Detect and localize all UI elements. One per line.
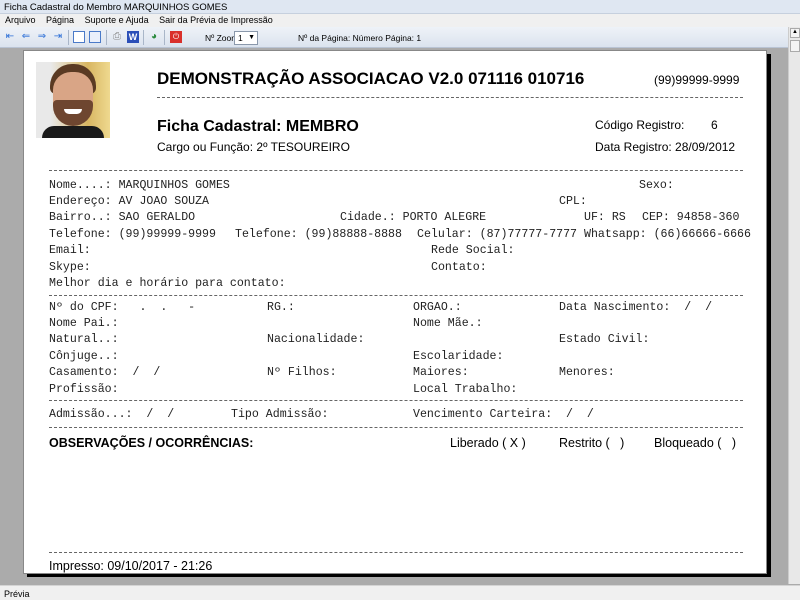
divider xyxy=(49,552,743,553)
field-menores: Menores: xyxy=(559,366,615,379)
next-page-icon[interactable]: ⇒ xyxy=(36,31,48,43)
field-uf: UF: RS xyxy=(584,211,626,224)
member-photo xyxy=(36,62,110,138)
data-registro: Data Registro: 28/09/2012 xyxy=(595,140,736,154)
field-cpf: Nº do CPF: . . - xyxy=(49,301,196,314)
separator xyxy=(143,30,144,45)
field-skype: Skype: xyxy=(49,261,91,274)
toolbar: ⇤ ⇐ ⇒ ⇥ ⎙ W ◕ ⏻ Nº Zoom 1 ▼ Nº da Página:… xyxy=(0,27,788,48)
divider xyxy=(49,427,743,428)
last-page-icon[interactable]: ⇥ xyxy=(52,31,64,43)
field-nome: Nome....: MARQUINHOS GOMES xyxy=(49,179,230,192)
window-title: Ficha Cadastral do Membro MARQUINHOS GOM… xyxy=(0,0,800,14)
field-orgao: ORGAO.: xyxy=(413,301,462,314)
field-nascimento: Data Nascimento: / / xyxy=(559,301,713,314)
field-maiores: Maiores: xyxy=(413,366,469,379)
web-export-icon[interactable]: ◕ xyxy=(148,31,160,43)
field-tipo-admissao: Tipo Admissão: xyxy=(231,408,329,421)
menu-pagina[interactable]: Página xyxy=(46,15,74,25)
vertical-scrollbar[interactable]: ▲ xyxy=(788,27,800,584)
field-cidade: Cidade.: PORTO ALEGRE xyxy=(340,211,487,224)
menu-suporte[interactable]: Suporte e Ajuda xyxy=(85,15,149,25)
first-page-icon[interactable]: ⇤ xyxy=(4,31,16,43)
org-title: DEMONSTRAÇÃO ASSOCIACAO V2.0 071116 0107… xyxy=(157,69,585,88)
field-profissao: Profissão: xyxy=(49,383,119,396)
field-rg: RG.: xyxy=(267,301,295,314)
chevron-down-icon: ▼ xyxy=(248,34,255,41)
divider xyxy=(49,400,743,401)
field-casamento: Casamento: / / xyxy=(49,366,161,379)
field-cep: CEP: 94858-360 xyxy=(642,211,740,224)
field-endereco: Endereço: AV JOAO SOUZA xyxy=(49,195,210,208)
scroll-up-icon[interactable]: ▲ xyxy=(790,28,800,38)
field-conjuge: Cônjuge..: xyxy=(49,350,119,363)
divider xyxy=(49,295,743,296)
separator xyxy=(68,30,69,45)
field-admissao: Admissão...: / / xyxy=(49,408,175,421)
status-liberado: Liberado ( X ) xyxy=(450,436,526,450)
menu-bar: Arquivo Página Suporte e Ajuda Sair da P… xyxy=(0,14,800,27)
scroll-thumb[interactable] xyxy=(790,40,800,52)
print-icon[interactable]: ⎙ xyxy=(111,31,123,43)
field-whatsapp: Whatsapp: (66)66666-6666 xyxy=(584,228,751,241)
field-vencimento: Vencimento Carteira: / / xyxy=(413,408,594,421)
separator xyxy=(106,30,107,45)
zoom-select[interactable]: 1 ▼ xyxy=(234,31,258,45)
field-sexo: Sexo: xyxy=(639,179,674,192)
field-celular: Celular: (87)77777-7777 xyxy=(417,228,578,241)
single-page-icon[interactable] xyxy=(73,31,85,43)
word-export-icon[interactable]: W xyxy=(127,31,139,43)
field-rede-social: Rede Social: xyxy=(431,244,515,257)
zoom-value: 1 xyxy=(238,33,243,43)
codigo-label: Código Registro: xyxy=(595,118,685,132)
divider xyxy=(157,97,743,98)
status-bloqueado: Bloqueado ( ) xyxy=(654,436,736,450)
field-cpl: CPL: xyxy=(559,195,587,208)
two-pages-icon[interactable] xyxy=(89,31,101,43)
separator xyxy=(164,30,165,45)
field-telefone1: Telefone: (99)99999-9999 xyxy=(49,228,216,241)
org-phone: (99)99999-9999 xyxy=(654,73,740,87)
field-mae: Nome Mãe.: xyxy=(413,317,483,330)
observacoes-heading: OBSERVAÇÕES / OCORRÊNCIAS: xyxy=(49,436,254,450)
field-local-trabalho: Local Trabalho: xyxy=(413,383,518,396)
divider xyxy=(49,170,743,171)
menu-sair-previa[interactable]: Sair da Prévia de Impressão xyxy=(159,15,273,25)
form-title: Ficha Cadastral: MEMBRO xyxy=(157,118,359,135)
menu-arquivo[interactable]: Arquivo xyxy=(5,15,36,25)
field-natural: Natural..: xyxy=(49,333,119,346)
status-bar: Prévia xyxy=(0,585,800,600)
close-preview-icon[interactable]: ⏻ xyxy=(170,31,182,43)
field-filhos: Nº Filhos: xyxy=(267,366,337,379)
field-bairro: Bairro..: SAO GERALDO xyxy=(49,211,196,224)
impresso-timestamp: Impresso: 09/10/2017 - 21:26 xyxy=(49,559,213,573)
field-telefone2: Telefone: (99)88888-8888 xyxy=(235,228,402,241)
page-number-label: Nº da Página: Número Página: 1 xyxy=(298,33,422,43)
field-email: Email: xyxy=(49,244,91,257)
previous-page-icon[interactable]: ⇐ xyxy=(20,31,32,43)
field-pai: Nome Pai.: xyxy=(49,317,119,330)
field-escolaridade: Escolaridade: xyxy=(413,350,504,363)
cargo: Cargo ou Função: 2º TESOUREIRO xyxy=(157,140,350,154)
field-estado-civil: Estado Civil: xyxy=(559,333,650,346)
status-restrito: Restrito ( ) xyxy=(559,436,625,450)
field-melhor-dia: Melhor dia e horário para contato: xyxy=(49,277,286,290)
field-nacionalidade: Nacionalidade: xyxy=(267,333,365,346)
field-contato: Contato: xyxy=(431,261,487,274)
codigo-value: 6 xyxy=(711,118,718,132)
